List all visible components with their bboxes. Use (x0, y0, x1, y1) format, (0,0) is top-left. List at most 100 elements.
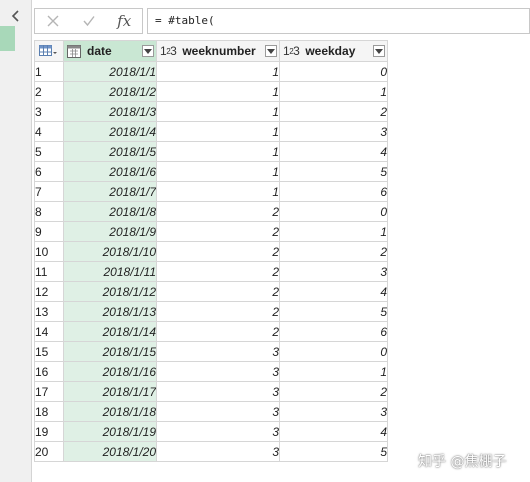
cell-weekday[interactable]: 5 (279, 301, 388, 322)
row-number[interactable]: 13 (34, 301, 64, 322)
cell-weekday[interactable]: 3 (279, 261, 388, 282)
cell-weeknumber[interactable]: 1 (156, 81, 280, 102)
cell-weekday[interactable]: 1 (279, 81, 388, 102)
table-row[interactable]: 2 2018/1/2 1 1 (34, 81, 388, 102)
row-number[interactable]: 9 (34, 221, 64, 242)
cell-date[interactable]: 2018/1/18 (63, 401, 157, 422)
cell-weekday[interactable]: 5 (279, 161, 388, 182)
row-number[interactable]: 7 (34, 181, 64, 202)
cell-weekday[interactable]: 1 (279, 361, 388, 382)
cell-weeknumber[interactable]: 2 (156, 301, 280, 322)
cell-date[interactable]: 2018/1/17 (63, 381, 157, 402)
row-number[interactable]: 8 (34, 201, 64, 222)
row-number[interactable]: 4 (34, 121, 64, 142)
cell-weekday[interactable]: 6 (279, 321, 388, 342)
table-row[interactable]: 5 2018/1/5 1 4 (34, 141, 388, 162)
cell-date[interactable]: 2018/1/13 (63, 301, 157, 322)
cell-weeknumber[interactable]: 2 (156, 321, 280, 342)
table-row[interactable]: 8 2018/1/8 2 0 (34, 201, 388, 222)
table-row[interactable]: 12 2018/1/12 2 4 (34, 281, 388, 302)
cell-weekday[interactable]: 4 (279, 141, 388, 162)
column-header-weeknumber[interactable]: 123 weeknumber (156, 40, 280, 62)
selected-query-marker[interactable] (0, 26, 15, 51)
row-number[interactable]: 1 (34, 61, 64, 82)
table-row[interactable]: 17 2018/1/17 3 2 (34, 381, 388, 402)
row-number[interactable]: 20 (34, 441, 64, 462)
row-number[interactable]: 3 (34, 101, 64, 122)
cell-date[interactable]: 2018/1/12 (63, 281, 157, 302)
cell-weeknumber[interactable]: 1 (156, 61, 280, 82)
cell-weeknumber[interactable]: 1 (156, 141, 280, 162)
cancel-formula-button[interactable] (35, 9, 71, 33)
cell-date[interactable]: 2018/1/10 (63, 241, 157, 262)
row-number[interactable]: 16 (34, 361, 64, 382)
column-filter-button[interactable] (373, 45, 385, 57)
cell-date[interactable]: 2018/1/16 (63, 361, 157, 382)
cell-weekday[interactable]: 6 (279, 181, 388, 202)
row-number[interactable]: 18 (34, 401, 64, 422)
cell-weeknumber[interactable]: 2 (156, 201, 280, 222)
cell-weekday[interactable]: 0 (279, 201, 388, 222)
cell-weeknumber[interactable]: 1 (156, 121, 280, 142)
cell-weekday[interactable]: 0 (279, 61, 388, 82)
cell-weeknumber[interactable]: 1 (156, 181, 280, 202)
table-row[interactable]: 11 2018/1/11 2 3 (34, 261, 388, 282)
table-row[interactable]: 6 2018/1/6 1 5 (34, 161, 388, 182)
cell-date[interactable]: 2018/1/11 (63, 261, 157, 282)
formula-input[interactable]: = #table( (147, 8, 530, 34)
cell-weekday[interactable]: 5 (279, 441, 388, 462)
cell-weeknumber[interactable]: 2 (156, 221, 280, 242)
table-row[interactable]: 20 2018/1/20 3 5 (34, 441, 388, 462)
row-number[interactable]: 19 (34, 421, 64, 442)
cell-weeknumber[interactable]: 3 (156, 341, 280, 362)
cell-date[interactable]: 2018/1/8 (63, 201, 157, 222)
cell-date[interactable]: 2018/1/1 (63, 61, 157, 82)
table-row[interactable]: 3 2018/1/3 1 2 (34, 101, 388, 122)
cell-weekday[interactable]: 0 (279, 341, 388, 362)
table-row[interactable]: 19 2018/1/19 3 4 (34, 421, 388, 442)
cell-date[interactable]: 2018/1/20 (63, 441, 157, 462)
cell-weeknumber[interactable]: 3 (156, 401, 280, 422)
table-row[interactable]: 16 2018/1/16 3 1 (34, 361, 388, 382)
cell-weeknumber[interactable]: 2 (156, 281, 280, 302)
cell-date[interactable]: 2018/1/4 (63, 121, 157, 142)
confirm-formula-button[interactable] (71, 9, 107, 33)
cell-weekday[interactable]: 2 (279, 381, 388, 402)
table-row[interactable]: 15 2018/1/15 3 0 (34, 341, 388, 362)
cell-weekday[interactable]: 4 (279, 421, 388, 442)
row-number[interactable]: 10 (34, 241, 64, 262)
row-number[interactable]: 17 (34, 381, 64, 402)
cell-weeknumber[interactable]: 2 (156, 261, 280, 282)
table-row[interactable]: 7 2018/1/7 1 6 (34, 181, 388, 202)
row-number[interactable]: 6 (34, 161, 64, 182)
cell-weekday[interactable]: 3 (279, 401, 388, 422)
cell-weeknumber[interactable]: 3 (156, 421, 280, 442)
table-row[interactable]: 13 2018/1/13 2 5 (34, 301, 388, 322)
row-number[interactable]: 14 (34, 321, 64, 342)
column-filter-button[interactable] (142, 45, 154, 57)
insert-function-button[interactable]: fx (106, 9, 142, 33)
cell-weekday[interactable]: 1 (279, 221, 388, 242)
table-row[interactable]: 18 2018/1/18 3 3 (34, 401, 388, 422)
column-filter-button[interactable] (265, 45, 277, 57)
cell-weeknumber[interactable]: 3 (156, 361, 280, 382)
row-number[interactable]: 12 (34, 281, 64, 302)
cell-weeknumber[interactable]: 1 (156, 161, 280, 182)
cell-weekday[interactable]: 2 (279, 241, 388, 262)
cell-date[interactable]: 2018/1/2 (63, 81, 157, 102)
table-row[interactable]: 1 2018/1/1 1 0 (34, 61, 388, 82)
column-header-date[interactable]: date (63, 40, 157, 62)
cell-date[interactable]: 2018/1/3 (63, 101, 157, 122)
cell-weeknumber[interactable]: 1 (156, 101, 280, 122)
cell-date[interactable]: 2018/1/14 (63, 321, 157, 342)
cell-date[interactable]: 2018/1/19 (63, 421, 157, 442)
cell-weeknumber[interactable]: 2 (156, 241, 280, 262)
row-number[interactable]: 2 (34, 81, 64, 102)
collapse-pane-button[interactable] (8, 6, 24, 26)
table-row[interactable]: 14 2018/1/14 2 6 (34, 321, 388, 342)
cell-date[interactable]: 2018/1/5 (63, 141, 157, 162)
cell-weekday[interactable]: 3 (279, 121, 388, 142)
cell-weekday[interactable]: 2 (279, 101, 388, 122)
column-header-weekday[interactable]: 123 weekday (279, 40, 388, 62)
cell-weeknumber[interactable]: 3 (156, 441, 280, 462)
